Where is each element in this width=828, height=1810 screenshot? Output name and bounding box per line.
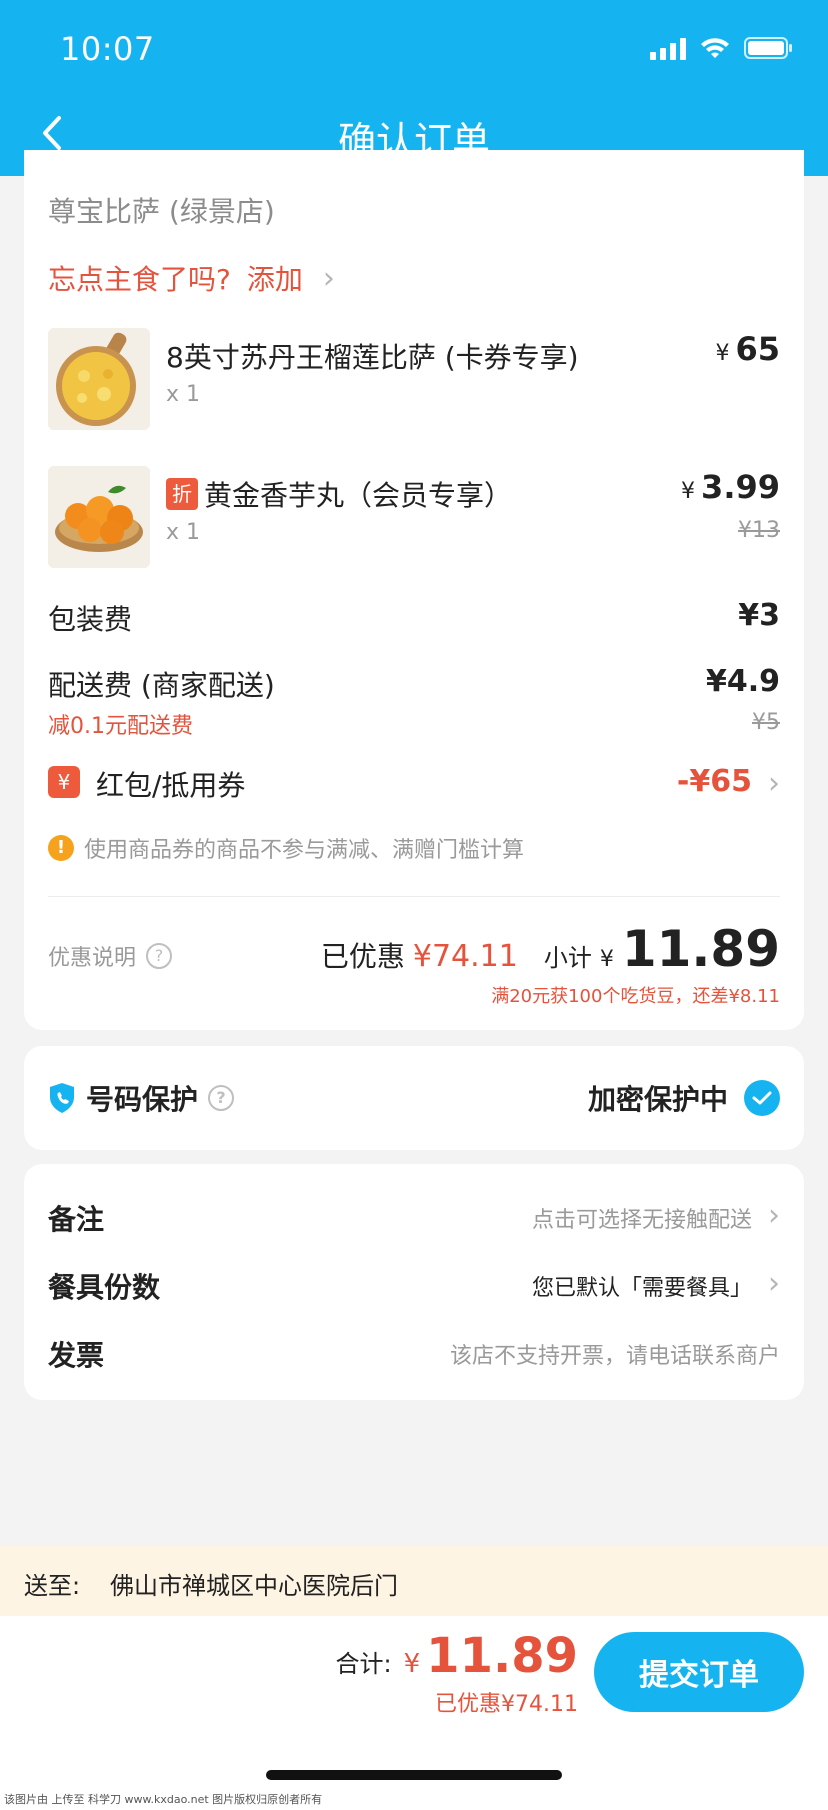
add-staple-link[interactable]: 忘点主食了吗? 添加 › xyxy=(48,258,335,298)
delivery-discount: 减0.1元配送费 xyxy=(48,714,193,739)
question-icon: ? xyxy=(146,943,173,969)
address-label: 送至: xyxy=(24,1572,81,1600)
delivery-fee-row: 配送费 (商家配送) ¥4.9 减0.1元配送费 ¥5 xyxy=(48,664,780,739)
packaging-fee-value: ¥3 xyxy=(738,598,780,633)
wifi-icon xyxy=(700,36,730,60)
notice-text: 使用商品券的商品不参与满减、满赠门槛计算 xyxy=(84,838,525,863)
bonus-text: 满20元获100个吃货豆，还差¥8.11 xyxy=(491,986,780,1007)
utensils-row[interactable]: 餐具份数 您已默认「需要餐具」 › xyxy=(48,1266,780,1306)
question-icon[interactable]: ? xyxy=(208,1085,235,1111)
total-value: 11.89 xyxy=(426,1628,578,1684)
item-price: ¥3.99 xyxy=(681,468,780,506)
discount-explain-label: 优惠说明 xyxy=(48,946,137,971)
submit-order-button[interactable]: 提交订单 xyxy=(594,1632,804,1712)
total-block: 合计: ¥ 11.89 已优惠¥74.11 xyxy=(336,1628,578,1718)
remark-label: 备注 xyxy=(48,1203,105,1236)
packaging-fee-label: 包装费 xyxy=(48,603,133,636)
list-item: 折 黄金香芋丸（会员专享） x 1 ¥3.99 ¥13 xyxy=(48,466,780,570)
coupon-notice: ! 使用商品券的商品不参与满减、满赠门槛计算 xyxy=(48,832,524,864)
discount-tag: 折 xyxy=(166,478,198,510)
options-card: 备注 点击可选择无接触配送 › 餐具份数 您已默认「需要餐具」 › 发票 该店不… xyxy=(24,1164,804,1400)
pizza-image xyxy=(48,328,150,430)
status-time: 10:07 xyxy=(60,30,155,68)
remark-value: 点击可选择无接触配送 xyxy=(531,1208,752,1233)
chevron-right-icon: › xyxy=(768,766,780,801)
delivery-fee-value: ¥4.9 xyxy=(705,664,780,699)
remark-row[interactable]: 备注 点击可选择无接触配送 › xyxy=(48,1198,780,1238)
item-name: 8英寸苏丹王榴莲比萨 (卡券专享) xyxy=(166,341,579,374)
invoice-label: 发票 xyxy=(48,1339,105,1372)
total-label: 合计: xyxy=(335,1650,392,1678)
coupon-row[interactable]: ¥ 红包/抵用券 -¥65 › xyxy=(48,764,780,804)
phone-protect-title: 号码保护 ? xyxy=(48,1078,235,1118)
total-currency: ¥ xyxy=(403,1649,421,1679)
chevron-right-icon: › xyxy=(768,1266,780,1301)
coupon-value: -¥65 xyxy=(676,764,752,799)
invoice-row: 发票 该店不支持开票，请电话联系商户 xyxy=(48,1334,780,1374)
subtotal-label: 小计 xyxy=(543,944,592,972)
discount-explain-link[interactable]: 优惠说明 ? xyxy=(48,940,173,972)
status-icons xyxy=(650,36,794,60)
remind-action: 添加 xyxy=(246,263,303,296)
total-saved: 已优惠¥74.11 xyxy=(435,1692,578,1717)
checkout-bar: 合计: ¥ 11.89 已优惠¥74.11 提交订单 xyxy=(0,1616,828,1790)
phone-protect-status: 加密保护中 xyxy=(587,1083,728,1116)
watermark-text: 该图片由 上传至 科学刀 www.kxdao.net 图片版权归原创者所有 xyxy=(0,1790,828,1810)
phone-protect-card: 号码保护 ? 加密保护中 xyxy=(24,1046,804,1150)
coupon-label: 红包/抵用券 xyxy=(96,769,246,802)
item-name: 折 黄金香芋丸（会员专享） xyxy=(166,474,512,514)
list-item: 8英寸苏丹王榴莲比萨 (卡券专享) x 1 ¥65 xyxy=(48,328,780,432)
phone-protect-label: 号码保护 xyxy=(86,1083,199,1116)
shop-name: 尊宝比萨 (绿景店) xyxy=(48,195,275,228)
item-original-price: ¥13 xyxy=(738,518,780,543)
taro-balls-image xyxy=(48,466,150,568)
shield-icon xyxy=(50,1083,74,1113)
item-qty: x 1 xyxy=(166,382,201,407)
utensils-label: 餐具份数 xyxy=(48,1271,161,1304)
packaging-fee-row: 包装费 ¥3 xyxy=(48,598,780,638)
chevron-right-icon: › xyxy=(322,260,335,296)
utensils-value: 您已默认「需要餐具」 xyxy=(531,1276,752,1301)
check-circle-icon xyxy=(744,1080,780,1116)
signal-icon xyxy=(650,36,686,60)
invoice-value: 该店不支持开票，请电话联系商户 xyxy=(449,1344,780,1369)
delivery-fee-label: 配送费 (商家配送) xyxy=(48,669,275,702)
remind-text: 忘点主食了吗? xyxy=(48,263,231,296)
saved-label: 已优惠 xyxy=(320,940,405,973)
saved-value: ¥74.11 xyxy=(412,939,518,974)
home-indicator xyxy=(266,1770,562,1780)
order-summary: 已优惠 ¥74.11 小计 ¥ 11.89 xyxy=(321,920,780,978)
item-qty: x 1 xyxy=(166,520,201,545)
delivery-address-bar[interactable]: 送至: 佛山市禅城区中心医院后门 xyxy=(0,1546,828,1616)
subtotal-value: 11.89 xyxy=(621,920,780,978)
chevron-right-icon: › xyxy=(768,1198,780,1233)
item-price: ¥65 xyxy=(715,330,780,368)
divider xyxy=(48,896,780,897)
battery-icon xyxy=(744,36,794,60)
order-card: 尊宝比萨 (绿景店) 忘点主食了吗? 添加 › 8英寸苏丹王榴莲比萨 (卡券专享… xyxy=(24,150,804,1030)
warning-icon: ! xyxy=(48,835,74,861)
delivery-original-fee: ¥5 xyxy=(752,710,780,735)
coupon-icon: ¥ xyxy=(48,766,80,798)
subtotal-currency: ¥ xyxy=(599,947,614,972)
address-value: 佛山市禅城区中心医院后门 xyxy=(110,1572,398,1600)
phone-protect-toggle[interactable]: 加密保护中 xyxy=(588,1078,780,1118)
